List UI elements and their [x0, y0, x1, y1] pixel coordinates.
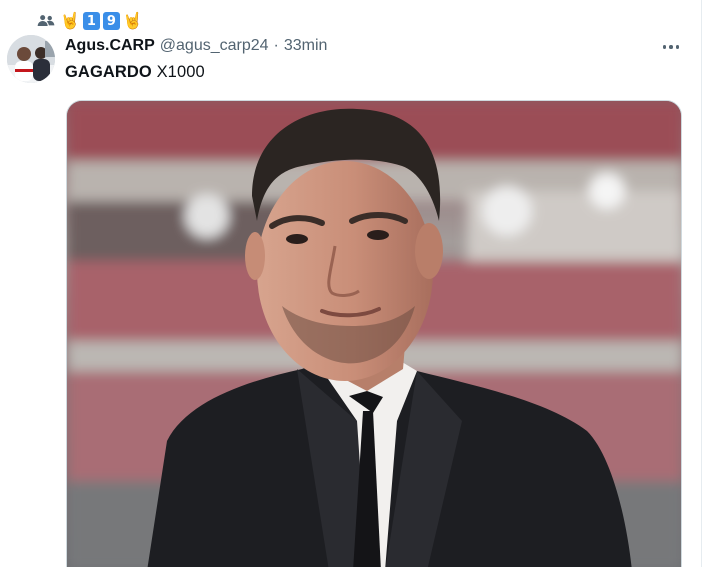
tweet-text-rest: X1000 [156, 63, 205, 81]
column-divider [701, 0, 702, 567]
context-label[interactable]: 🤘 1 9 🤘 [60, 12, 143, 30]
keycap-one: 1 [82, 12, 100, 30]
social-context-row[interactable]: 🤘 1 9 🤘 [36, 10, 143, 32]
display-name[interactable]: Agus.CARP [65, 37, 155, 55]
tweet-header: Agus.CARP @agus_carp24 · 33min [65, 37, 327, 55]
avatar-image [7, 35, 55, 83]
user-handle[interactable]: @agus_carp24 [160, 37, 269, 55]
more-dot [669, 45, 673, 49]
keycap-nine: 9 [102, 12, 120, 30]
more-dot [675, 45, 680, 49]
rock-hand-emoji-2: 🤘 [122, 11, 143, 30]
more-options-button[interactable] [658, 36, 684, 58]
rock-hand-emoji: 🤘 [60, 11, 80, 30]
photo-illustration [67, 101, 681, 567]
timestamp[interactable]: 33min [284, 37, 328, 55]
tweet-photo[interactable] [66, 100, 682, 567]
tweet-text-bold: GAGARDO [65, 63, 152, 81]
tweet-text: GAGARDO X1000 [65, 63, 205, 82]
people-icon [37, 15, 55, 26]
avatar[interactable] [7, 35, 55, 83]
more-horizontal-icon [662, 45, 667, 49]
separator-dot: · [273, 37, 279, 54]
tweet-screen: 🤘 1 9 🤘 Agus.CARP @agus_carp24 · 33min G… [0, 0, 726, 567]
